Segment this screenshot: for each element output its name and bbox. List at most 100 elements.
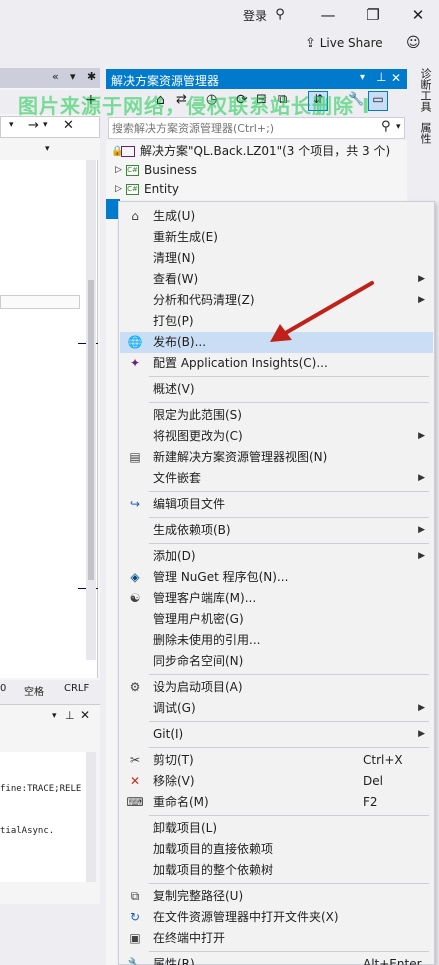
- menu-item-label: Git(I): [153, 727, 184, 741]
- arrow-shaft: [280, 281, 374, 337]
- menu-item[interactable]: 文件嵌套 ▶: [120, 468, 433, 489]
- gear-icon[interactable]: ✱: [87, 70, 96, 83]
- submenu-arrow-icon: ▶: [418, 274, 425, 284]
- menu-item[interactable]: 概述(V): [120, 379, 433, 400]
- editor-dropdown[interactable]: ▾ → ▾ ✕: [0, 116, 100, 138]
- menu-item[interactable]: ↪ 编辑项目文件: [120, 494, 433, 515]
- tab-diagnostic-tools[interactable]: 诊断工具: [417, 68, 433, 112]
- cut-icon: ✂: [129, 753, 141, 767]
- menu-separator: [149, 402, 429, 403]
- chevron-down-icon: ▾: [43, 120, 48, 130]
- menu-separator: [149, 815, 429, 816]
- menu-item[interactable]: 添加(D) ▶: [120, 546, 433, 567]
- menu-item[interactable]: ✕ 移除(V) Del: [120, 771, 433, 792]
- scrollbar-thumb[interactable]: [88, 280, 94, 580]
- title-bar: 登录 ⚲ — ❐ ✕: [0, 0, 439, 32]
- menu-item[interactable]: ✦ 配置 Application Insights(C)...: [120, 353, 433, 374]
- pin-icon[interactable]: ⊥: [65, 709, 75, 722]
- live-share-button[interactable]: ⇪ Live Share: [305, 36, 383, 51]
- menu-item[interactable]: ▤ 新建解决方案资源管理器视图(N): [120, 447, 433, 468]
- menu-item-label: 清理(N): [153, 251, 196, 265]
- close-icon[interactable]: ✕: [391, 71, 401, 85]
- feedback-icon[interactable]: ⚲: [270, 5, 290, 25]
- tab-properties[interactable]: 属性: [417, 122, 433, 144]
- login-link[interactable]: 登录: [243, 7, 267, 24]
- menu-separator: [149, 721, 429, 722]
- line-ending-indicator[interactable]: CRLF: [64, 683, 89, 694]
- menu-item[interactable]: ✂ 剪切(T) Ctrl+X: [120, 750, 433, 771]
- editor-field[interactable]: [0, 295, 80, 309]
- close-icon[interactable]: ✕: [63, 118, 74, 133]
- menu-item-shortcut: Alt+Enter: [363, 957, 422, 965]
- menu-item-label: 重新生成(E): [153, 230, 218, 244]
- menu-item[interactable]: 重新生成(E): [120, 227, 433, 248]
- menu-item-label: 生成(U): [153, 209, 196, 223]
- menu-item[interactable]: 删除未使用的引用...: [120, 630, 433, 651]
- menu-item[interactable]: ⧉ 复制完整路径(U): [120, 886, 433, 907]
- project-label: Entity: [144, 182, 180, 196]
- chevron-down-icon: ▾: [9, 120, 14, 130]
- menu-item[interactable]: 调试(G) ▶: [120, 698, 433, 719]
- menu-item[interactable]: Git(I) ▶: [120, 724, 433, 745]
- close-button[interactable]: ✕: [408, 5, 428, 25]
- output-text[interactable]: fine:TRACE;RELE tialAsync.: [0, 752, 86, 882]
- menu-item[interactable]: ⌂ 生成(U): [120, 206, 433, 227]
- menu-item[interactable]: ⚙ 设为启动项目(A): [120, 677, 433, 698]
- menu-item[interactable]: 管理用户机密(G): [120, 609, 433, 630]
- project-node[interactable]: ▷ C# Entity: [106, 180, 407, 199]
- person-icon[interactable]: ☺: [406, 35, 421, 51]
- close-icon[interactable]: ✕: [80, 708, 90, 722]
- chevron-down-icon[interactable]: ▾: [45, 144, 50, 154]
- menu-separator: [149, 674, 429, 675]
- menu-item-label: 调试(G): [153, 701, 196, 715]
- menu-item-label: 编辑项目文件: [153, 497, 226, 511]
- menu-item[interactable]: 清理(N): [120, 248, 433, 269]
- search-input[interactable]: [112, 119, 372, 137]
- restore-button[interactable]: ❐: [363, 5, 383, 25]
- menu-item[interactable]: ◈ 管理 NuGet 程序包(N)...: [120, 567, 433, 588]
- menu-item[interactable]: 同步命名空间(N): [120, 651, 433, 672]
- editor-document[interactable]: [0, 160, 98, 678]
- expand-icon[interactable]: ▷: [115, 180, 122, 199]
- menu-item[interactable]: 加载项目的整个依赖树: [120, 860, 433, 881]
- menu-item-label: 发布(B)...: [153, 335, 207, 349]
- menu-item-label: 文件嵌套: [153, 471, 202, 485]
- solution-node[interactable]: 🔒 解决方案"QL.Back.LZ01"(3 个项目，共 3 个): [106, 142, 407, 161]
- menu-item-label: 管理 NuGet 程序包(N)...: [153, 570, 289, 584]
- menu-item[interactable]: 限定为此范围(S): [120, 405, 433, 426]
- expand-icon[interactable]: ▷: [115, 161, 122, 180]
- arrow-right-icon[interactable]: →: [28, 118, 39, 133]
- menu-item[interactable]: ⌨ 重命名(M) F2: [120, 792, 433, 813]
- dropdown-icon[interactable]: ▾: [52, 711, 57, 721]
- menu-item[interactable]: 将视图更改为(C) ▶: [120, 426, 433, 447]
- solution-tree: 🔒 解决方案"QL.Back.LZ01"(3 个项目，共 3 个) ▷ C# Bu…: [106, 140, 407, 202]
- minimize-button[interactable]: —: [318, 5, 338, 25]
- project-node[interactable]: ▷ C# Business: [106, 161, 407, 180]
- new-view-icon: ▤: [129, 450, 141, 464]
- scroll-left-icon[interactable]: «: [52, 70, 59, 83]
- menu-item[interactable]: 生成依赖项(B) ▶: [120, 520, 433, 541]
- dropdown-icon[interactable]: ▾: [70, 70, 76, 83]
- solution-label: 解决方案"QL.Back.LZ01"(3 个项目，共 3 个): [140, 144, 391, 158]
- menu-item-label: 限定为此范围(S): [153, 408, 242, 422]
- menu-item[interactable]: 加载项目的直接依赖项: [120, 839, 433, 860]
- dropdown-icon[interactable]: ▾: [360, 72, 365, 83]
- editor-scrollbar[interactable]: [86, 160, 96, 660]
- search-icon[interactable]: ⚲: [381, 119, 391, 134]
- pin-icon[interactable]: ⊥: [376, 70, 386, 84]
- menu-item-label: 查看(W): [153, 272, 199, 286]
- share-icon: ⇪: [305, 36, 316, 51]
- output-scrollbar[interactable]: [86, 752, 96, 882]
- menu-item-label: 配置 Application Insights(C)...: [153, 356, 328, 370]
- whitespace-indicator[interactable]: 空格: [24, 683, 44, 698]
- menu-item-shortcut: Del: [363, 774, 383, 788]
- solution-explorer-search[interactable]: ⚲ ▾: [108, 117, 405, 139]
- menu-item[interactable]: 🔧 属性(R) Alt+Enter: [120, 954, 433, 965]
- menu-item[interactable]: 卸载项目(L): [120, 818, 433, 839]
- menu-item[interactable]: ▣ 在终端中打开: [120, 928, 433, 949]
- preview-selected-icon[interactable]: ▭: [368, 91, 388, 111]
- menu-item[interactable]: ↻ 在文件资源管理器中打开文件夹(X): [120, 907, 433, 928]
- menu-item[interactable]: ☯ 管理客户端库(M)...: [120, 588, 433, 609]
- menu-separator: [149, 543, 429, 544]
- chevron-down-icon[interactable]: ▾: [396, 122, 401, 132]
